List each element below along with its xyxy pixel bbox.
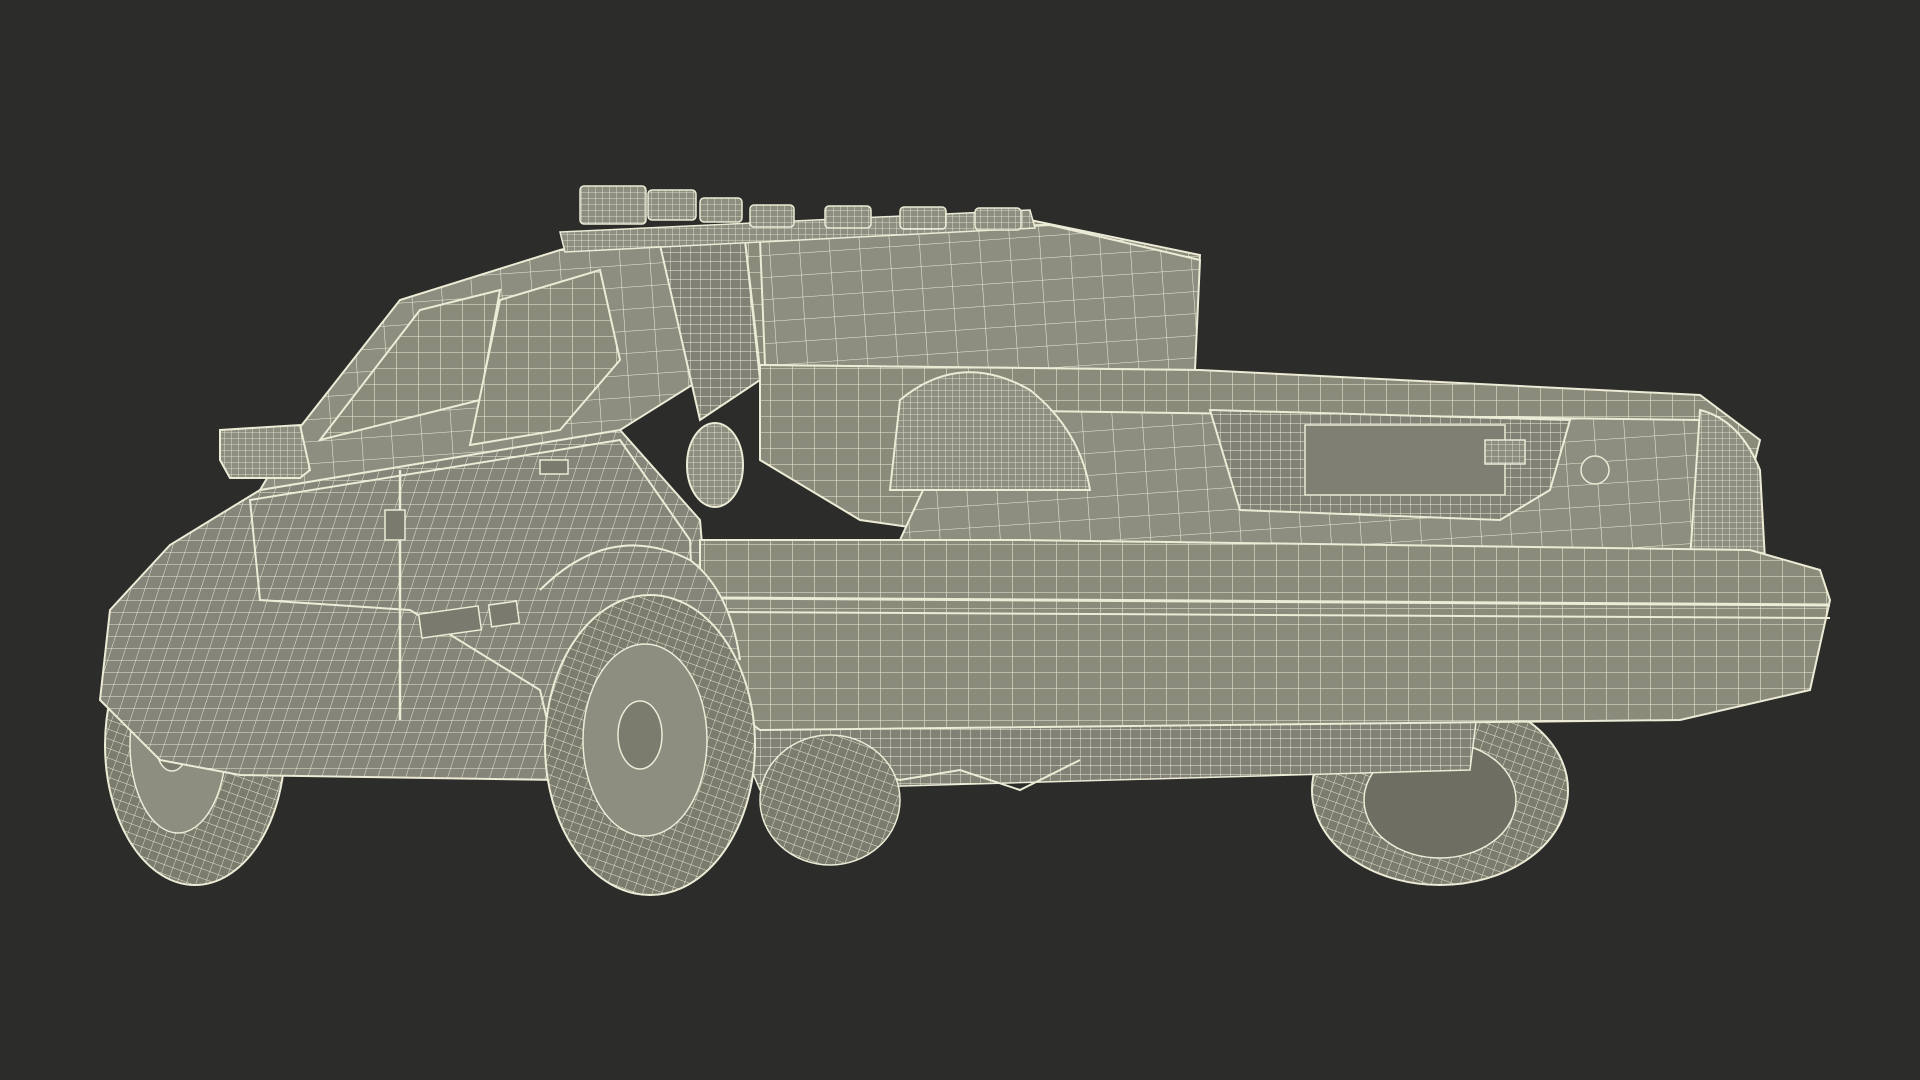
wireframe-render [0,0,1920,1080]
viewport [0,0,1920,1080]
rear-bumper [699,539,1832,732]
license-plate-area [1208,408,1572,522]
rear-emblem [1580,455,1610,485]
side-mirror [219,423,312,479]
